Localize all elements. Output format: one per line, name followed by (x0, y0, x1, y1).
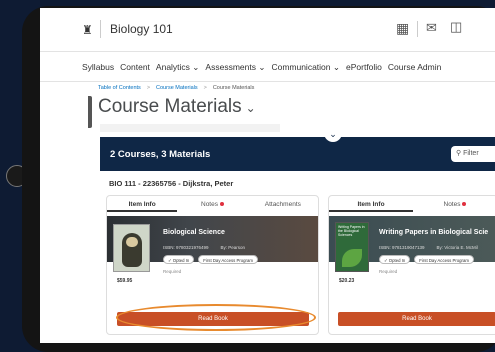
top-navbar: ♜ Biology 101 ▦ ✉ ◫ (40, 8, 495, 52)
faded-row (100, 124, 280, 132)
book-price: $20.23 (339, 278, 355, 284)
read-book-button[interactable]: Read Book (338, 312, 495, 326)
menu-item-content[interactable]: Content (120, 62, 150, 72)
chat-icon[interactable]: ◫ (450, 19, 462, 35)
opted-in-badge[interactable]: ✓ Opted In (379, 255, 411, 264)
side-panel-toggle[interactable] (88, 96, 92, 128)
isbn-text: ISBN: 9781319047139 (379, 245, 425, 250)
notification-dot (462, 202, 467, 207)
tab-notes-label: Notes (201, 201, 218, 208)
opted-in-label: Opted In (172, 257, 190, 263)
publisher-text: By: Victoria E. McMil (436, 245, 478, 250)
menu-item-assessments[interactable]: Assessments ⌄ (205, 62, 265, 73)
cover-title: Writing Papers in the Biological Science… (338, 225, 365, 237)
menu-item-eportfolio[interactable]: ePortfolio (346, 62, 382, 72)
course-section-heading: BIO 111 - 22365756 - Dijkstra, Peter (109, 179, 234, 188)
opted-in-badge[interactable]: ✓ Opted In (163, 255, 195, 264)
breadcrumb-separator: > (146, 85, 151, 91)
grid-icon[interactable]: ▦ (396, 20, 409, 37)
material-card: Item Info Notes Writing Papers in the Bi… (328, 195, 495, 335)
required-label: Required (163, 269, 182, 274)
mail-icon[interactable]: ✉ (426, 20, 437, 36)
search-icon: ⚲ (456, 150, 462, 157)
page-title-text: Course Materials (98, 96, 242, 117)
tab-notes-label: Notes (443, 201, 461, 208)
course-title[interactable]: Biology 101 (110, 22, 173, 36)
tab-attachments[interactable]: Attachments (248, 196, 318, 212)
chevron-down-icon[interactable]: ⌄ (246, 101, 256, 115)
materials-summary: 2 Courses, 3 Materials (110, 149, 211, 160)
book-isbn: ISBN: 9781319047139 By: Victoria E. McMil (379, 245, 478, 250)
divider (100, 20, 101, 38)
breadcrumb: Table of Contents > Course Materials > Cours… (98, 85, 254, 91)
highlight-circle (116, 304, 316, 331)
opted-in-label: Opted In (388, 257, 406, 263)
menu-item-syllabus[interactable]: Syllabus (82, 62, 114, 72)
card-tabs: Item Info Notes Attachments (107, 196, 318, 212)
book-price: $59.95 (117, 278, 133, 284)
tablet-device: ♜ Biology 101 ▦ ✉ ◫ Syllabus Content Ana… (0, 0, 495, 352)
chip-row: ✓ Opted In First Day Access Program (163, 255, 258, 264)
menu-item-course-admin[interactable]: Course Admin (388, 62, 441, 72)
book-cover-image: Writing Papers in the Biological Science… (335, 222, 369, 272)
program-badge: First Day Access Program (414, 255, 474, 264)
book-title: Biological Science (163, 229, 225, 236)
chip-row: ✓ Opted In First Day Access Program (379, 255, 474, 264)
tab-item-info[interactable]: Item Info (329, 196, 413, 212)
tab-notes[interactable]: Notes (177, 196, 247, 212)
tab-item-info[interactable]: Item Info (107, 196, 178, 212)
book-title: Writing Papers in Biological Scie (379, 229, 489, 236)
monkey-face (126, 237, 138, 247)
home-icon[interactable]: ♜ (82, 23, 93, 37)
card-tabs: Item Info Notes (329, 196, 495, 212)
book-cover-image (113, 224, 150, 272)
breadcrumb-table-of-contents[interactable]: Table of Contents (98, 85, 141, 91)
leaf-illustration (342, 249, 362, 267)
divider (40, 81, 495, 82)
page-title[interactable]: Course Materials ⌄ (98, 96, 256, 118)
isbn-text: ISBN: 9780321976499 (163, 245, 209, 250)
publisher-text: By: Pearson (220, 245, 246, 250)
menu-item-analytics[interactable]: Analytics ⌄ (156, 62, 200, 73)
filter-placeholder: Filter (463, 150, 479, 157)
course-menu: Syllabus Content Analytics ⌄ Assessments… (82, 53, 441, 81)
tab-notes[interactable]: Notes (413, 196, 495, 212)
notification-dot (219, 202, 224, 207)
book-isbn: ISBN: 9780321976499 By: Pearson (163, 245, 245, 250)
required-label: Required (379, 269, 398, 274)
menu-item-communication[interactable]: Communication ⌄ (271, 62, 340, 73)
breadcrumb-separator: > (203, 85, 207, 91)
breadcrumb-current: Course Materials (212, 85, 255, 91)
screen: ♜ Biology 101 ▦ ✉ ◫ Syllabus Content Ana… (40, 8, 495, 343)
filter-input[interactable]: ⚲ Filter (451, 146, 495, 162)
program-badge: First Day Access Program (198, 255, 258, 264)
breadcrumb-course-materials[interactable]: Course Materials (156, 85, 198, 91)
divider (417, 21, 418, 37)
